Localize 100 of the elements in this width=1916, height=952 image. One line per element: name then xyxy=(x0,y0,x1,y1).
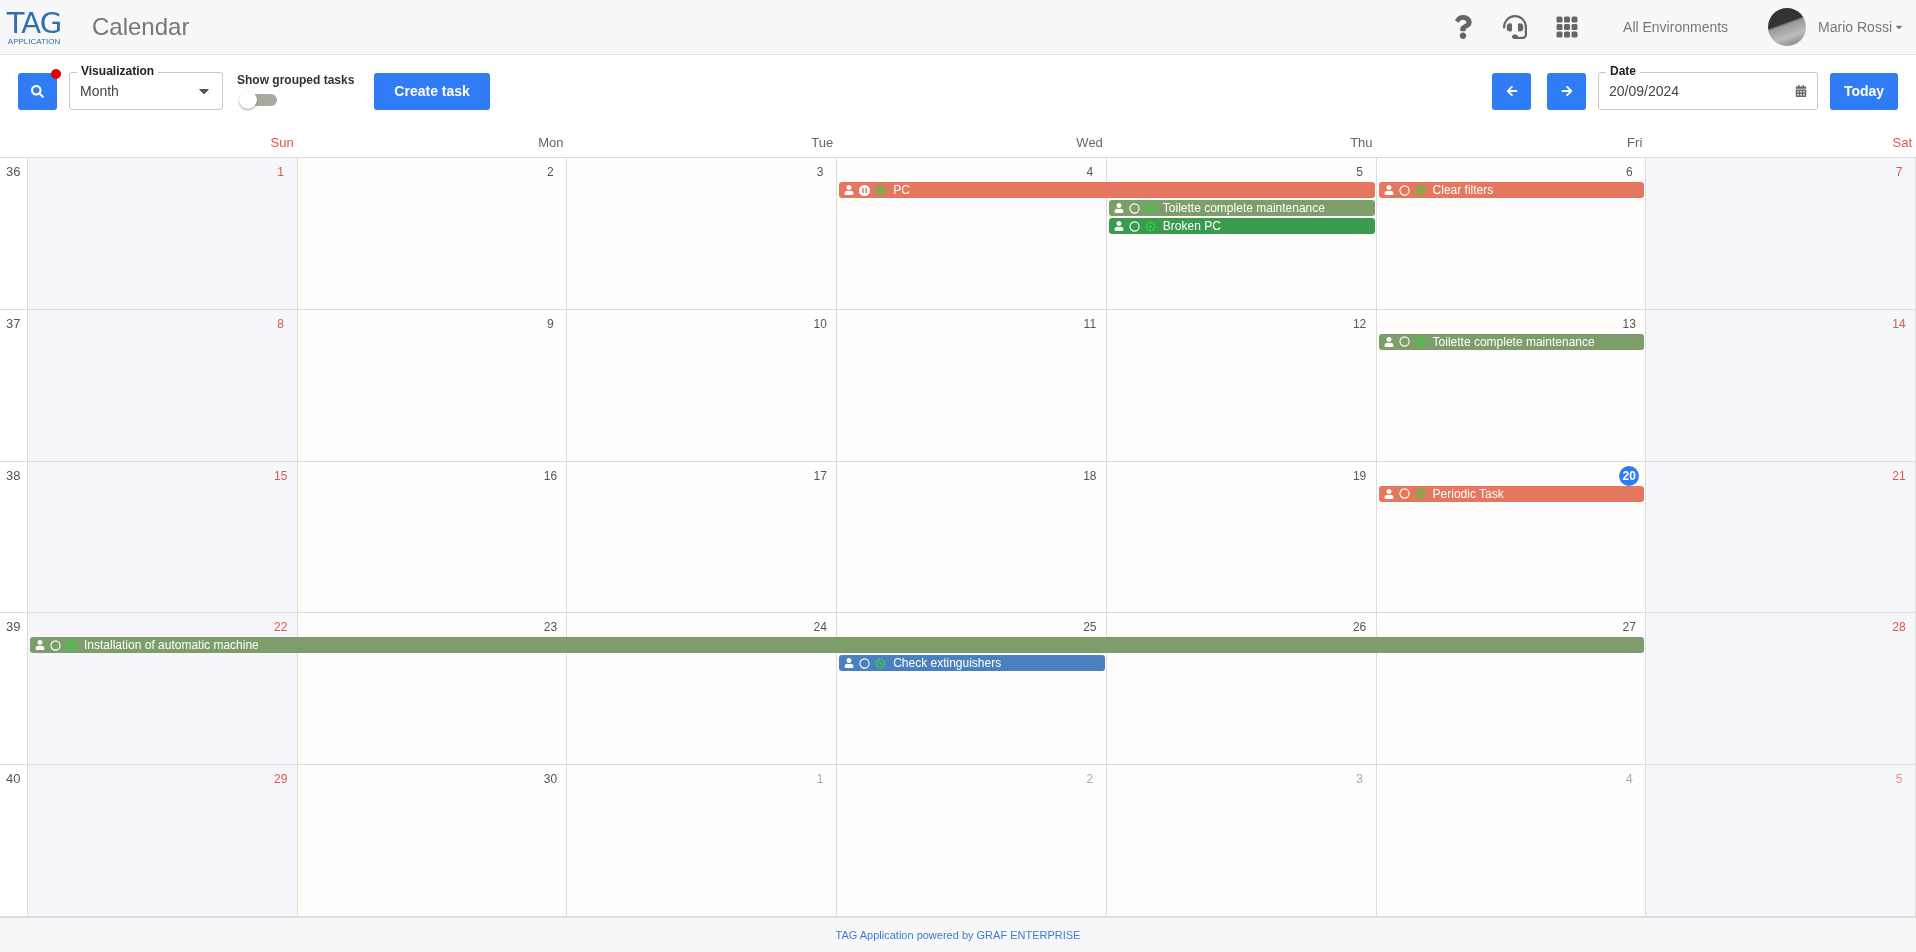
day-cell[interactable]: 8 xyxy=(28,309,298,461)
day-number: 16 xyxy=(542,467,559,485)
task-title: Broken PC xyxy=(1162,219,1221,233)
day-number: 5 xyxy=(1355,164,1364,181)
logo: TAG APPLICATION xyxy=(5,8,63,46)
task-event[interactable]: Check extinguishers xyxy=(839,655,1105,672)
day-number: 2 xyxy=(1085,771,1095,789)
day-number: 24 xyxy=(812,619,828,637)
task-event[interactable]: Installation of automatic machine xyxy=(30,637,1645,654)
weekday-header: Sat xyxy=(1891,135,1913,152)
day-cell[interactable]: 5 xyxy=(1646,765,1916,916)
day-number: 1 xyxy=(276,164,286,181)
toggle-label: Show grouped tasks xyxy=(237,73,355,87)
gear-icon xyxy=(1414,336,1426,348)
user-menu[interactable]: Mario Rossi xyxy=(1818,19,1904,35)
task-title: Check extinguishers xyxy=(893,656,1002,671)
gear-icon xyxy=(66,639,77,651)
day-number: 28 xyxy=(1891,619,1907,637)
day-number: 4 xyxy=(1085,164,1095,181)
day-number: 19 xyxy=(1351,467,1368,485)
search-icon xyxy=(31,84,44,98)
day-cell[interactable]: 1 xyxy=(28,158,298,309)
weekday-header: Fri xyxy=(1626,135,1644,152)
day-number: 8 xyxy=(276,315,286,333)
avatar xyxy=(1768,8,1807,46)
day-number: 26 xyxy=(1351,619,1368,637)
day-number: 4 xyxy=(1624,771,1634,789)
day-cell[interactable]: 29 xyxy=(28,765,298,916)
day-cell[interactable]: 7 xyxy=(1646,158,1916,309)
person-icon xyxy=(1383,185,1394,195)
day-number: 9 xyxy=(546,315,555,333)
day-number: 5 xyxy=(1894,771,1904,789)
day-cell[interactable]: 28 xyxy=(1646,613,1916,765)
environment-selector[interactable]: All Environments xyxy=(1623,19,1729,35)
next-button[interactable] xyxy=(1547,72,1586,110)
create-task-button[interactable]: Create task xyxy=(374,72,490,110)
day-number: 27 xyxy=(1621,619,1637,637)
day-number: 17 xyxy=(812,467,828,485)
apps-grid-icon[interactable] xyxy=(1555,15,1580,39)
day-number: 1 xyxy=(815,771,825,789)
day-number: 30 xyxy=(542,771,559,789)
gear-icon xyxy=(1414,184,1426,196)
weekday-header: Wed xyxy=(1075,135,1104,152)
person-icon xyxy=(1383,488,1394,499)
task-title: PC xyxy=(893,183,910,197)
weekday-header: Thu xyxy=(1349,135,1374,152)
day-number: 20 xyxy=(1619,465,1640,486)
page-title: Calendar xyxy=(92,13,191,41)
day-number: 14 xyxy=(1891,315,1907,333)
day-number: 18 xyxy=(1082,467,1098,485)
today-button[interactable]: Today xyxy=(1830,72,1898,110)
day-cell[interactable]: 15 xyxy=(28,461,298,613)
weekday-header: Sun xyxy=(269,135,295,152)
weekday-header: Mon xyxy=(537,135,565,152)
previous-button[interactable] xyxy=(1492,72,1531,110)
day-number: 13 xyxy=(1621,315,1637,333)
task-title: Toilette complete maintenance xyxy=(1432,334,1595,349)
gear-icon xyxy=(875,657,887,669)
day-number: 29 xyxy=(273,771,289,789)
field-label: Visualization xyxy=(77,64,159,78)
arrow-left-icon xyxy=(1505,85,1518,97)
calendar-icon xyxy=(1795,85,1807,97)
task-title: Periodic Task xyxy=(1432,486,1504,501)
person-icon xyxy=(1383,336,1394,347)
day-number: 22 xyxy=(273,619,289,637)
task-event[interactable]: Broken PC xyxy=(1108,218,1375,234)
person-icon xyxy=(844,185,855,195)
day-number: 10 xyxy=(812,315,828,333)
task-title: Toilette complete maintenance xyxy=(1162,201,1325,215)
toggle-switch[interactable] xyxy=(239,91,279,109)
task-title: Installation of automatic machine xyxy=(84,638,259,653)
person-icon xyxy=(1113,203,1124,213)
task-title: Clear filters xyxy=(1432,183,1494,197)
task-event[interactable]: Clear filters xyxy=(1378,182,1645,198)
day-number: 11 xyxy=(1082,315,1098,333)
day-cell[interactable]: 14 xyxy=(1646,309,1916,461)
day-number: 2 xyxy=(546,164,555,181)
gear-icon xyxy=(1144,202,1156,214)
headset-icon[interactable] xyxy=(1503,15,1528,39)
person-icon xyxy=(1113,221,1124,231)
gear-icon xyxy=(875,184,887,196)
task-event[interactable]: Toilette complete maintenance xyxy=(1108,200,1375,216)
day-number: 3 xyxy=(1355,771,1364,789)
gear-icon xyxy=(1414,488,1426,500)
gear-icon xyxy=(1144,220,1156,232)
day-number: 21 xyxy=(1891,467,1907,485)
arrow-right-icon xyxy=(1560,85,1573,97)
person-icon xyxy=(35,640,45,651)
day-number: 6 xyxy=(1624,164,1634,181)
day-number: 25 xyxy=(1082,619,1098,637)
day-number: 23 xyxy=(542,619,559,637)
day-number: 7 xyxy=(1894,164,1904,181)
day-number: 3 xyxy=(815,164,825,181)
day-cell[interactable]: 21 xyxy=(1646,461,1916,613)
weekday-header: Tue xyxy=(810,135,835,152)
person-icon xyxy=(844,658,855,669)
day-number: 15 xyxy=(273,467,289,485)
task-event[interactable]: PC xyxy=(839,182,1375,198)
day-number: 12 xyxy=(1351,315,1368,333)
footer-text: TAG Application powered by GRAF ENTERPRISE xyxy=(0,917,1916,952)
